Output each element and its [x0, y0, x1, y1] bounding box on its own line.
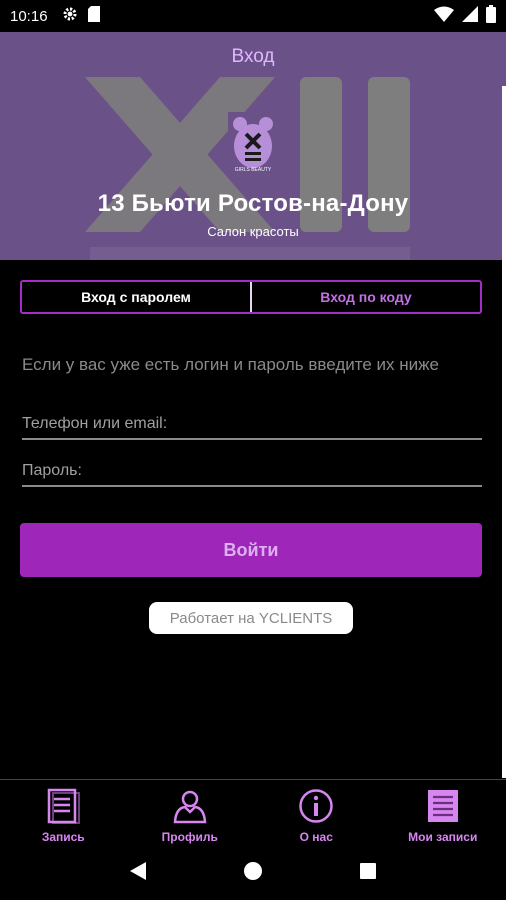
login-mode-tabs: Вход с паролем Вход по коду	[20, 280, 482, 314]
document-icon	[48, 788, 81, 824]
login-hint: Если у вас уже есть логин и пароль введи…	[22, 355, 439, 374]
password-input[interactable]	[22, 457, 482, 485]
sim-icon	[87, 6, 100, 26]
salon-header: Вход GIRLS BEAUTY 13 Бьюти Ростов-на-Дон…	[0, 32, 506, 260]
info-icon	[299, 789, 333, 823]
back-icon[interactable]	[128, 861, 148, 886]
logo-text: GIRLS BEAUTY	[235, 167, 272, 173]
battery-icon	[486, 5, 496, 27]
salon-name: 13 Бьюти Ростов-на-Дону	[97, 190, 409, 217]
status-time: 10:16	[10, 7, 48, 25]
salon-subtitle: Салон красоты	[207, 224, 299, 239]
signal-icon	[462, 6, 478, 26]
nav-item-profile[interactable]: Профиль	[127, 780, 254, 846]
powered-by-badge[interactable]: Работает на YCLIENTS	[149, 602, 353, 634]
nav-label-about: О нас	[299, 830, 333, 844]
nav-item-booking[interactable]: Запись	[0, 780, 127, 846]
recents-icon[interactable]	[358, 861, 378, 886]
status-bar: 10:16	[0, 0, 506, 32]
nav-item-about[interactable]: О нас	[253, 780, 380, 846]
phone-email-field-wrapper	[22, 410, 482, 440]
home-icon[interactable]	[243, 861, 263, 886]
person-icon	[173, 790, 207, 824]
nav-item-my-bookings[interactable]: Мои записи	[380, 780, 506, 846]
salon-logo: GIRLS BEAUTY	[228, 112, 278, 174]
password-field-wrapper	[22, 457, 482, 487]
gear-icon	[62, 6, 78, 26]
nav-label-booking: Запись	[41, 830, 85, 844]
login-button[interactable]: Войти	[20, 523, 482, 577]
phone-email-input[interactable]	[22, 410, 482, 438]
screen-title: Вход	[231, 46, 275, 67]
nav-label-my-bookings: Мои записи	[408, 830, 478, 844]
nav-label-profile: Профиль	[161, 830, 218, 844]
status-right	[434, 5, 496, 27]
bottom-navigation: Запись Профиль О нас Мои записи	[0, 779, 506, 846]
list-icon	[427, 790, 458, 822]
tab-code-login[interactable]: Вход по коду	[252, 282, 480, 312]
system-navigation-bar	[0, 846, 506, 900]
scroll-indicator	[502, 86, 506, 778]
wifi-icon	[434, 6, 454, 26]
tab-password-login[interactable]: Вход с паролем	[22, 282, 252, 312]
